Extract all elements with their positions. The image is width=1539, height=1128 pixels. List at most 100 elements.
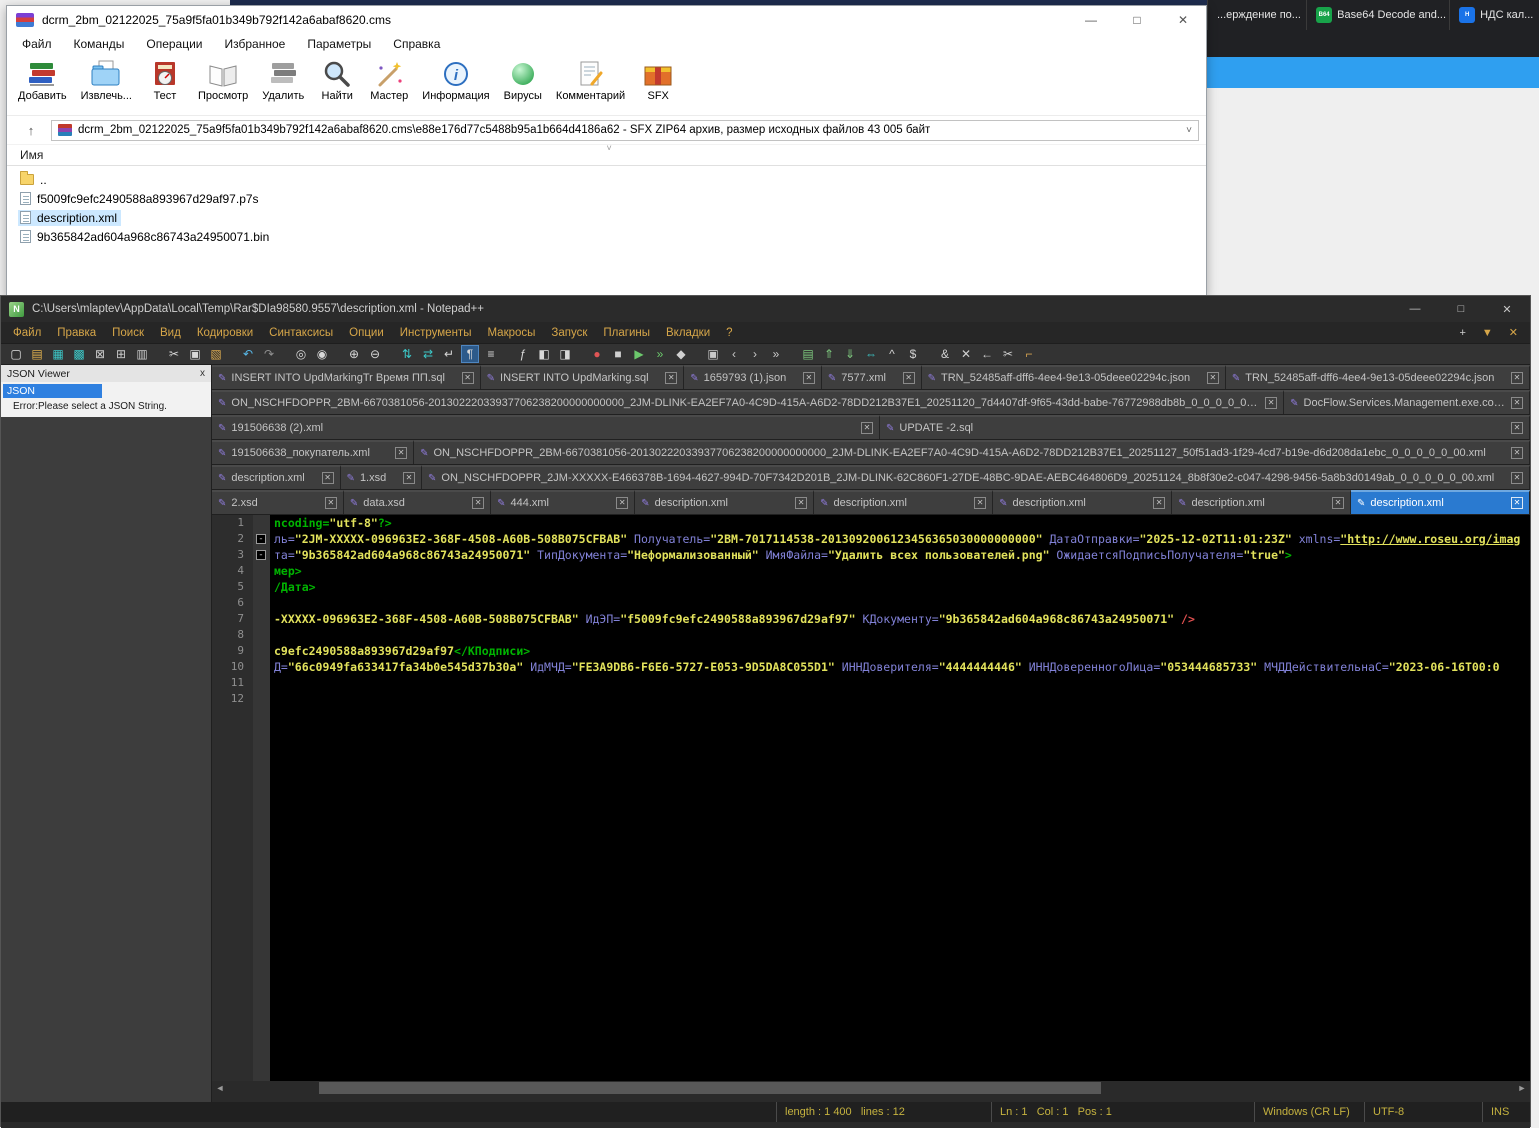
tab-close-icon[interactable]: ✕ — [974, 497, 987, 509]
record-macro-icon[interactable]: ● — [589, 346, 605, 362]
maximize-icon[interactable]: □ — [1114, 6, 1160, 33]
winrar-test-button[interactable]: Тест — [139, 57, 191, 104]
notepadpp-menu-item[interactable]: Опции — [341, 327, 392, 339]
editor-tab[interactable]: ✎ INSERT INTO UpdMarkingTr Время ПП.sql ✕ — [212, 365, 481, 389]
editor-tab[interactable]: ✎ description.xml ✕ — [993, 490, 1173, 514]
up-one-level-button[interactable]: ↑ — [14, 123, 48, 138]
tab-list-dropdown-icon[interactable]: ▼ — [1482, 327, 1493, 339]
show-all-characters-icon[interactable]: ¶ — [461, 345, 479, 363]
tab-close-icon[interactable]: ✕ — [321, 472, 334, 484]
winrar-wizard-wand-button[interactable]: Мастер — [363, 57, 415, 104]
tab-close-icon[interactable]: ✕ — [1511, 422, 1523, 434]
close-icon[interactable]: ✕ — [1484, 296, 1530, 322]
copy-icon[interactable]: ▣ — [187, 346, 203, 362]
plugin-swap-icon[interactable]: ⇔ — [863, 346, 879, 362]
tab-close-icon[interactable]: ✕ — [902, 372, 915, 384]
editor-line[interactable]: 4 мер> — [212, 563, 1530, 579]
editor-tab[interactable]: ✎ 7577.xml ✕ — [821, 365, 922, 389]
editor-tab[interactable]: ✎ ON_NSCHFDOPPR_2JM-XXXXX-E466378B-1694-4… — [422, 465, 1531, 489]
file-row[interactable]: f5009fc9efc2490588a893967d29af97.p7s — [7, 189, 1206, 208]
scroll-left-icon[interactable]: ◄ — [212, 1083, 228, 1093]
plugin-arrow-up-icon[interactable]: ⇑ — [821, 346, 837, 362]
notepadpp-menu-item[interactable]: Запуск — [543, 327, 595, 339]
notepadpp-menu-item[interactable]: Макросы — [479, 327, 543, 339]
winrar-view-book-button[interactable]: Просмотр — [191, 57, 255, 104]
open-file-icon[interactable]: ▤ — [29, 346, 45, 362]
plugin-arrow-down-icon[interactable]: ⇓ — [842, 346, 858, 362]
notepadpp-menu-item[interactable]: ? — [718, 327, 740, 339]
editor-tab[interactable]: ✎ description.xml ✕ — [635, 490, 815, 514]
editor-tab[interactable]: ✎ ON_NSCHFDOPPR_2BM-6670381056-2013022203… — [212, 390, 1285, 414]
panel-close-icon[interactable]: x — [200, 368, 205, 379]
editor-line[interactable]: 12 — [212, 691, 1530, 707]
save-icon[interactable]: ▦ — [50, 346, 66, 362]
editor-tab[interactable]: ✎ 191506638_покупатель.xml ✕ — [212, 440, 415, 464]
winrar-extract-folder-button[interactable]: Извлечь... — [74, 57, 139, 104]
stop-record-icon[interactable]: ■ — [610, 346, 626, 362]
notepadpp-menu-item[interactable]: Синтаксисы — [261, 327, 341, 339]
notepadpp-menu-item[interactable]: Вид — [152, 327, 189, 339]
editor-tab[interactable]: ✎ 2.xsd ✕ — [212, 490, 344, 514]
tab-close-icon[interactable]: ✕ — [665, 372, 678, 384]
run-macro-multiple-icon[interactable]: » — [652, 346, 668, 362]
winrar-antivirus-button[interactable]: Вирусы — [497, 57, 549, 104]
notepadpp-menu-item[interactable]: Вкладки — [658, 327, 718, 339]
browser-tab[interactable]: ...ерждение по... — [1207, 0, 1306, 30]
winrar-menu-item[interactable]: Операции — [135, 37, 213, 51]
function-list-icon[interactable]: ƒ — [515, 346, 531, 362]
save-all-icon[interactable]: ▩ — [71, 346, 87, 362]
editor-line[interactable]: 1 ncoding="utf-8"?> — [212, 515, 1530, 531]
paste-icon[interactable]: ▧ — [208, 346, 224, 362]
scroll-right-icon[interactable]: ► — [1514, 1083, 1530, 1093]
tab-close-icon[interactable]: ✕ — [1510, 497, 1523, 509]
undo-icon[interactable]: ↶ — [240, 346, 256, 362]
minimize-icon[interactable]: — — [1068, 6, 1114, 33]
redo-icon[interactable]: ↷ — [261, 346, 277, 362]
editor-tab[interactable]: ✎ TRN_52485aff-dff6-4ee4-9e13-05deee02294… — [1225, 365, 1531, 389]
status-eol-format[interactable]: Windows (CR LF) — [1254, 1102, 1364, 1122]
browser-tab[interactable]: B64 Base64 Decode and... — [1306, 0, 1449, 30]
plugin-arrow-left-icon[interactable]: ← — [979, 346, 995, 362]
maximize-icon[interactable]: □ — [1438, 296, 1484, 322]
editor-tab[interactable]: ✎ INSERT INTO UpdMarking.sql ✕ — [480, 365, 685, 389]
address-dropdown-icon[interactable]: ˅ — [1186, 125, 1192, 136]
horizontal-scrollbar[interactable]: ◄ ► — [212, 1081, 1530, 1095]
winrar-comment-button[interactable]: Комментарий — [549, 57, 632, 104]
editor-line[interactable]: 7 -XXXXX-096963E2-368F-4508-A60B-508B075C… — [212, 611, 1530, 627]
tab-close-icon[interactable]: ✕ — [795, 497, 808, 509]
winrar-menu-item[interactable]: Команды — [63, 37, 136, 51]
editor-tab[interactable]: ✎ 191506638 (2).xml ✕ — [212, 415, 880, 439]
winrar-menu-item[interactable]: Файл — [11, 37, 63, 51]
tab-close-icon[interactable]: ✕ — [1206, 372, 1219, 384]
tab-close-icon[interactable]: ✕ — [1511, 372, 1524, 384]
editor-tab[interactable]: ✎ 1659793 (1).json ✕ — [684, 365, 822, 389]
tab-close-icon[interactable]: ✕ — [1511, 472, 1524, 484]
editor-line[interactable]: 8 — [212, 627, 1530, 643]
zoom-out-icon[interactable]: ⊖ — [367, 346, 383, 362]
save-macro-icon[interactable]: ◆ — [673, 346, 689, 362]
editor-line[interactable]: 6 — [212, 595, 1530, 611]
file-row[interactable]: 9b365842ad604a968c86743a24950071.bin — [7, 227, 1206, 246]
name-column-header[interactable]: Имя — [20, 148, 43, 162]
sync-vertical-icon[interactable]: ⇅ — [399, 346, 415, 362]
close-all-icon[interactable]: ⊞ — [113, 346, 129, 362]
editor-tab[interactable]: ✎ description.xml ✕ — [1351, 490, 1530, 514]
indent-guide-icon[interactable]: ≡ — [483, 346, 499, 362]
editor-tab[interactable]: ✎ description.xml ✕ — [212, 465, 341, 489]
tab-close-icon[interactable]: ✕ — [1332, 497, 1345, 509]
editor-line[interactable]: 11 — [212, 675, 1530, 691]
plugin-ampersand-icon[interactable]: & — [937, 346, 953, 362]
editor-tab[interactable]: ✎ 1.xsd ✕ — [340, 465, 423, 489]
file-row[interactable]: .. — [7, 170, 1206, 189]
status-insert-mode[interactable]: INS — [1482, 1102, 1530, 1122]
editor-area[interactable]: 1 ncoding="utf-8"?> 2 - ль="2JM-XXXXX-096963… — [212, 515, 1530, 1081]
close-tab-button[interactable]: ✕ — [1509, 326, 1518, 339]
winrar-add-books-button[interactable]: Добавить — [11, 57, 74, 104]
fold-collapse-icon[interactable]: - — [256, 550, 266, 560]
winrar-menu-item[interactable]: Избранное — [214, 37, 297, 51]
notepadpp-menu-item[interactable]: Плагины — [595, 327, 658, 339]
tab-close-icon[interactable]: ✕ — [1265, 397, 1278, 409]
winrar-address-field[interactable]: dcrm_2bm_02122025_75a9f5fa01b349b792f142… — [51, 119, 1199, 141]
tab-close-icon[interactable]: ✕ — [616, 497, 629, 509]
close-icon[interactable]: ✕ — [1160, 6, 1206, 33]
